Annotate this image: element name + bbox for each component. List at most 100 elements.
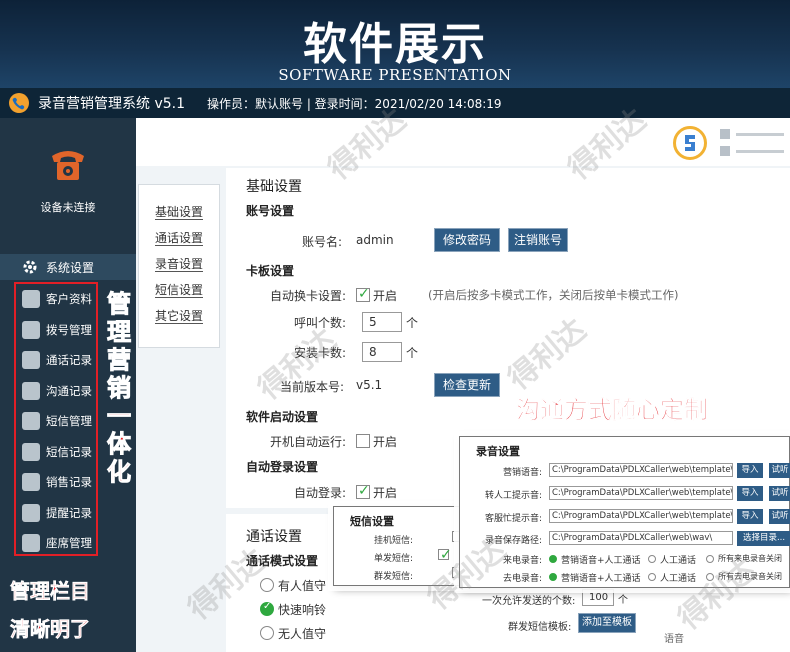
autologin-checkbox[interactable] [356, 483, 370, 499]
sidebar-item-label: 座席管理 [46, 536, 92, 551]
recording-settings-popup: 录音设置 营销语音: C:\ProgramData\PDLXCaller\web… [459, 436, 790, 588]
transfer-tone-path-input[interactable]: C:\ProgramData\PDLXCaller\web\template\w… [549, 486, 733, 500]
sidebar-item-label: 短信记录 [46, 444, 92, 459]
autologin-section-title: 自动登录设置 [246, 460, 319, 474]
sidebar-item-customers[interactable]: 客户资料 [16, 284, 96, 315]
save-path-input[interactable]: C:\ProgramData\PDLXCaller\web\wav\ [549, 531, 733, 545]
batch-count-label: 一次允许发送的个数: [482, 596, 576, 607]
mode-radio-attended[interactable] [260, 578, 274, 592]
sidebar-item-dialing[interactable]: 拨号管理 [16, 315, 96, 346]
install-cards-input[interactable]: 8 [362, 342, 402, 362]
sidebar-item-label: 系统设置 [46, 260, 95, 275]
save-path-label: 录音保存路径: [484, 536, 542, 546]
choose-directory-button[interactable]: 选择目录... [737, 531, 790, 546]
single-sms-label: 单发短信: [374, 554, 414, 564]
template-label: 群发短信模板: [508, 622, 572, 633]
sidebar-item-agents[interactable]: 座席管理 [16, 528, 96, 559]
agents-icon [22, 534, 40, 553]
sidebar-item-label: 短信管理 [46, 414, 92, 429]
check-update-button[interactable]: 检查更新 [434, 373, 500, 397]
alarm-icon [720, 146, 730, 156]
menu-label: 基础设置 [155, 205, 204, 220]
menu-label: 其它设置 [155, 309, 204, 324]
menu-label: 录音设置 [155, 257, 204, 272]
test-button[interactable]: 试听 [769, 463, 790, 478]
recording-popup-title: 录音设置 [476, 445, 520, 458]
status-badge-icon[interactable] [673, 126, 707, 160]
incoming-option-radio[interactable] [706, 555, 714, 563]
marketing-voice-path-input[interactable]: C:\ProgramData\PDLXCaller\web\template\a… [549, 463, 733, 477]
autologin-label: 自动登录: [293, 486, 346, 500]
incoming-recording-label: 来电录音: [502, 556, 542, 566]
caption-char: 营 [107, 346, 132, 375]
outgoing-option-radio[interactable] [706, 573, 714, 581]
sidebar-item-sms[interactable]: 短信管理 [16, 406, 96, 437]
incoming-option-radio[interactable] [648, 555, 656, 563]
settings-menu-call[interactable]: 通话设置 [139, 225, 219, 251]
outgoing-option-radio[interactable] [549, 573, 557, 581]
outgoing-recording-label: 去电录音: [502, 574, 542, 584]
settings-menu-recording[interactable]: 录音设置 [139, 251, 219, 277]
option-label: 人工通话 [660, 556, 697, 566]
autologin-value: 开启 [373, 486, 398, 500]
single-sms-checkbox[interactable] [438, 547, 452, 563]
unit-label: 个 [406, 346, 419, 360]
call-count-label: 呼叫个数: [293, 316, 346, 330]
sms-log-icon [22, 442, 40, 461]
version-label: 当前版本号: [279, 380, 344, 394]
operator-info: 操作员：默认账号 | 登录时间：2021/02/20 14:08:19 [207, 96, 502, 111]
phone-icon [22, 320, 40, 339]
test-button[interactable]: 试听 [769, 486, 790, 501]
option-label: 人工通话 [660, 574, 697, 584]
settings-menu-other[interactable]: 其它设置 [139, 303, 219, 329]
sidebar-item-label: 通话记录 [46, 353, 92, 368]
call-count-input[interactable]: 5 [362, 312, 402, 332]
import-button[interactable]: 导入 [737, 509, 763, 524]
slider-track [736, 150, 784, 153]
sidebar-item-sales[interactable]: 销售记录 [16, 467, 96, 498]
incoming-option-radio[interactable] [549, 555, 557, 563]
change-password-button[interactable]: 修改密码 [434, 228, 500, 252]
startup-checkbox[interactable] [356, 434, 370, 448]
import-button[interactable]: 导入 [737, 486, 763, 501]
menu-label: 短信设置 [155, 283, 204, 298]
mode-label: 快速响铃 [278, 603, 327, 617]
mode-label: 无人值守 [278, 627, 327, 641]
sidebar-item-call-log[interactable]: 通话记录 [16, 345, 96, 376]
outgoing-option-radio[interactable] [648, 573, 656, 581]
logout-account-button[interactable]: 注销账号 [508, 228, 568, 252]
bell-icon [22, 503, 40, 522]
option-label: 营销语音+人工通话 [561, 574, 641, 584]
auto-switch-value: 开启 [373, 289, 398, 303]
settings-menu: 基础设置 通话设置 录音设置 短信设置 其它设置 [138, 184, 220, 348]
batch-count-input[interactable]: 100 [582, 589, 614, 606]
settings-menu-sms[interactable]: 短信设置 [139, 277, 219, 303]
mode-radio-unattended[interactable] [260, 626, 274, 640]
sidebar-item-sms-log[interactable]: 短信记录 [16, 437, 96, 468]
sidebar: 设备未连接 系统设置 客户资料 拨号管理 通话记录 沟通记录 短信管理 短信记录… [0, 118, 136, 652]
startup-label: 开机自动运行: [269, 435, 346, 449]
slogan: 沟通方式随心定制 [516, 396, 709, 425]
app-titlebar: 录音营销管理系统 v5.1 操作员：默认账号 | 登录时间：2021/02/20… [0, 88, 790, 118]
import-button[interactable]: 导入 [737, 463, 763, 478]
sidebar-caption: 管理栏目 清晰明了 [10, 572, 130, 648]
caption-char: 一 [107, 402, 132, 431]
account-label: 账号名: [301, 235, 342, 249]
telephone-icon [49, 146, 87, 182]
add-template-button[interactable]: 添加至模板 [578, 613, 636, 633]
sidebar-item-chat-log[interactable]: 沟通记录 [16, 376, 96, 407]
app-logo-icon [8, 92, 30, 114]
unit-label: 个 [618, 595, 628, 606]
speaker-volume-slider[interactable] [720, 128, 786, 140]
caption-line: 管理栏目 [10, 579, 91, 604]
sidebar-item-reminders[interactable]: 提醒记录 [16, 498, 96, 529]
settings-menu-basic[interactable]: 基础设置 [139, 199, 219, 225]
call-section-title: 通话设置 [246, 529, 302, 545]
sidebar-item-system-settings[interactable]: 系统设置 [0, 254, 136, 280]
mode-radio-fast-ring[interactable] [260, 601, 274, 616]
sidebar-item-label: 客户资料 [46, 292, 92, 307]
busy-tone-path-input[interactable]: C:\ProgramData\PDLXCaller\web\template\b… [549, 509, 733, 523]
test-button[interactable]: 试听 [769, 509, 790, 524]
auto-switch-checkbox[interactable] [356, 286, 370, 302]
mic-volume-slider[interactable] [720, 145, 786, 157]
